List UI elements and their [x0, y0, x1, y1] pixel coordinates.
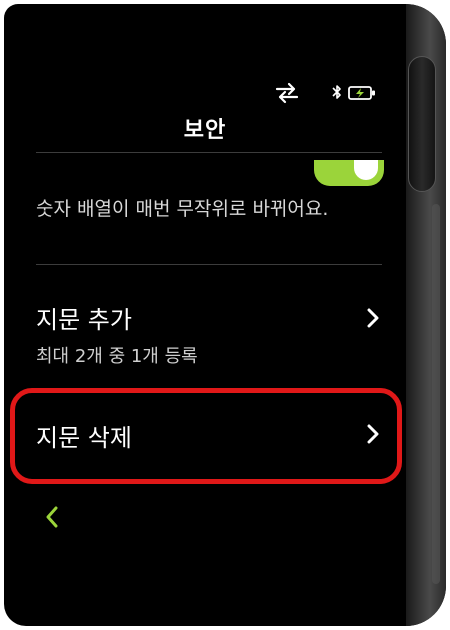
delete-fingerprint-label: 지문 삭제 [36, 424, 132, 452]
side-rail [432, 204, 440, 584]
screen: 보안 ' ' ' ' ' '' ' '' 숫자 배열이 매번 무작위로 바뀌어요… [4, 4, 406, 626]
add-fingerprint-subtitle: 최대 2개 중 1개 등록 [36, 346, 198, 367]
page-title: 보안 [183, 118, 227, 143]
section-divider [36, 264, 382, 265]
side-button[interactable] [408, 56, 436, 192]
chevron-right-icon [367, 424, 379, 444]
setting-description: 숫자 배열이 매번 무작위로 바뀌어요. [36, 198, 329, 220]
header-divider [36, 152, 382, 153]
battery-charging-icon [348, 86, 375, 100]
bluetooth-icon [332, 85, 341, 99]
device-frame: 보안 ' ' ' ' ' '' ' '' 숫자 배열이 매번 무작위로 바뀌어요… [4, 4, 446, 626]
cut-off-setting-label: ' ' ' ' ' '' ' '' [36, 160, 247, 170]
chevron-right-icon [367, 308, 379, 328]
add-fingerprint-label: 지문 추가 [36, 306, 132, 334]
back-icon[interactable] [44, 504, 60, 530]
sync-icon [275, 82, 299, 104]
